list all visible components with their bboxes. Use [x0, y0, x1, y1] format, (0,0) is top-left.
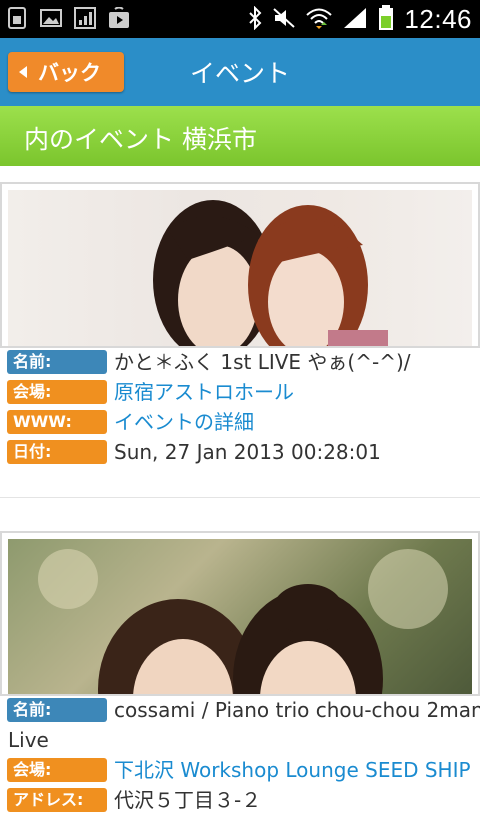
sim-icon [6, 7, 28, 29]
event-photo-image [153, 200, 388, 346]
event-photo[interactable] [0, 531, 480, 696]
event-card[interactable]: 名前: かと＊ふく 1st LIVE やぁ(^-^)/ 会場: 原宿アストロホー… [0, 182, 480, 498]
signal-app-icon [74, 7, 96, 29]
event-address: 代沢５丁目３-２ [114, 788, 262, 812]
event-address-row: アドレス: 代沢５丁目３-２ [0, 786, 480, 816]
event-name: かと＊ふく 1st LIVE やぁ(^-^)/ [114, 350, 411, 374]
name-label-badge: 名前: [7, 698, 107, 722]
event-card[interactable]: 名前: cossami / Piano trio chou-chou 2man … [0, 531, 480, 812]
battery-icon [378, 4, 394, 35]
event-photo-image [38, 549, 448, 694]
mute-icon [272, 6, 296, 34]
event-venue-link[interactable]: 原宿アストロホール [114, 378, 294, 406]
event-name-row: 名前: cossami / Piano trio chou-chou 2man [0, 696, 480, 726]
section-header: 内のイベント 横浜市 [0, 106, 480, 166]
event-venue-link[interactable]: 下北沢 Workshop Lounge SEED SHIP [114, 756, 471, 784]
event-www-row: WWW: イベントの詳細 [0, 408, 480, 438]
address-label-badge: アドレス: [7, 788, 107, 812]
gallery-icon [40, 7, 62, 29]
venue-label-badge: 会場: [7, 380, 107, 404]
divider [0, 497, 480, 498]
event-venue-row: 会場: 原宿アストロホール [0, 378, 480, 408]
event-date: Sun, 27 Jan 2013 00:28:01 [114, 440, 381, 464]
page-title: イベント [189, 59, 290, 88]
event-name-continued: Live [8, 728, 49, 752]
event-details-link[interactable]: イベントの詳細 [114, 408, 254, 436]
event-name-row: 名前: かと＊ふく 1st LIVE やぁ(^-^)/ [0, 348, 480, 378]
event-name: cossami / Piano trio chou-chou 2man [114, 698, 480, 722]
status-bar: 12:46 [0, 0, 480, 38]
event-date-row: 日付: Sun, 27 Jan 2013 00:28:01 [0, 438, 480, 468]
action-bar: バック イベント [0, 38, 480, 106]
date-label-badge: 日付: [7, 440, 107, 464]
wifi-icon [306, 6, 333, 34]
section-header-text: 内のイベント 横浜市 [24, 125, 257, 154]
event-photo[interactable] [0, 182, 480, 348]
cell-signal-icon [342, 6, 368, 34]
play-store-icon [108, 7, 130, 29]
event-venue-row: 会場: 下北沢 Workshop Lounge SEED SHIP [0, 756, 480, 786]
venue-label-badge: 会場: [7, 758, 107, 782]
name-label-badge: 名前: [7, 350, 107, 374]
bluetooth-icon [248, 5, 262, 34]
www-label-badge: WWW: [7, 410, 107, 434]
clock: 12:46 [404, 4, 472, 34]
